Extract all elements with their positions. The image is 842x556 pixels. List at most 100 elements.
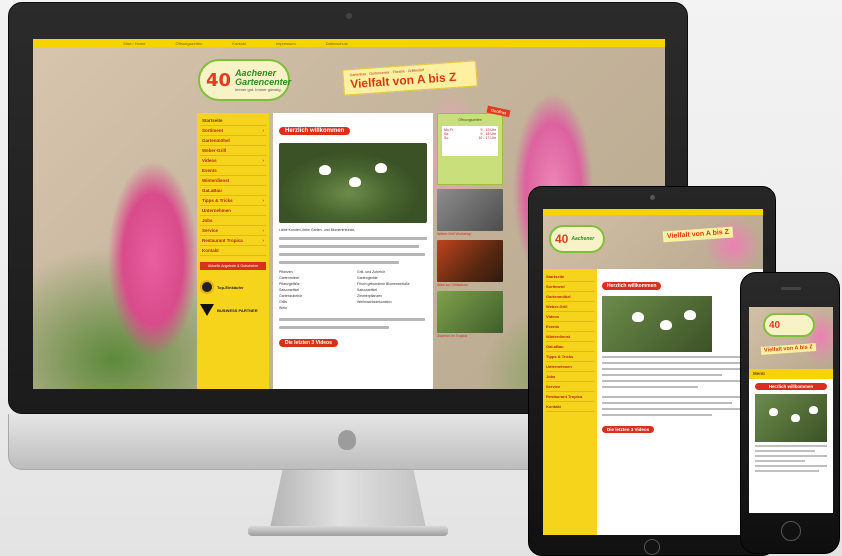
sidebar-item-winterdienst[interactable]: Winterdienst xyxy=(200,176,266,186)
video-thumbnail[interactable] xyxy=(437,240,503,282)
text-line xyxy=(602,362,742,364)
welcome-heading: Herzlich willkommen xyxy=(279,127,351,135)
sidebar-item[interactable]: Events xyxy=(546,322,594,332)
partner-label: Top-Einkäufer xyxy=(217,284,244,290)
sidebar-item-label: Events xyxy=(202,168,217,173)
list-item: Wein xyxy=(279,306,287,310)
logo-number: 40 xyxy=(555,232,569,246)
sidebar-item-events[interactable]: Events xyxy=(200,166,266,176)
text-line xyxy=(279,253,425,256)
sidebar-nav: Startseite Sortiment Gartenmöbel Weber-G… xyxy=(543,269,597,535)
text-line xyxy=(602,396,742,398)
business-partner-icon xyxy=(200,304,214,316)
ipad-device: 40 Aachener Vielfalt von A bis Z Startse… xyxy=(528,186,776,556)
sidebar-item-unternehmen[interactable]: Unternehmen xyxy=(200,206,266,216)
chevron-right-icon: › xyxy=(262,128,265,133)
sidebar-item-label: GaLaBau xyxy=(202,188,222,193)
list-item: Zimmerpflanzen xyxy=(357,294,383,298)
video-caption[interactable]: Alles zur Grillsaison xyxy=(437,283,503,287)
logo-text: Aachener Gartencenter Immer gut. Immer g… xyxy=(235,68,291,92)
sidebar-item-label: Unternehmen xyxy=(202,208,232,213)
sidebar-item-gartenmoebel[interactable]: Gartenmöbel xyxy=(200,136,266,146)
sidebar-item-videos[interactable]: Videos › xyxy=(200,156,266,166)
text-line xyxy=(279,318,425,321)
sidebar-item[interactable]: Gartenmöbel xyxy=(546,292,594,302)
sidebar-item[interactable]: Winterdienst xyxy=(546,332,594,342)
sidebar-item-jobs[interactable]: Jobs xyxy=(200,216,266,226)
videos-heading: Die letzten 3 Videos xyxy=(602,426,655,433)
sidebar-item-label: Winterdienst xyxy=(202,178,230,183)
sidebar-item-startseite[interactable]: Startseite xyxy=(200,116,266,126)
welcome-heading: Herzlich willkommen xyxy=(602,282,662,290)
home-button[interactable] xyxy=(781,521,801,541)
video-thumbnail[interactable] xyxy=(437,189,503,231)
topbar-link[interactable]: Start / Home xyxy=(123,41,145,46)
snowdrop-flower xyxy=(319,165,331,175)
text-line xyxy=(602,414,712,416)
sidebar-item-kontakt[interactable]: Kontakt xyxy=(200,246,266,256)
snowdrop-flower xyxy=(349,177,361,187)
video-caption[interactable]: Weber-Grill Workshop xyxy=(437,232,503,236)
site-logo[interactable]: 40 Aachener xyxy=(549,225,605,253)
sidebar-item[interactable]: Tipps & Tricks xyxy=(546,352,594,362)
sidebar-item[interactable]: Kontakt xyxy=(546,402,594,412)
camera-icon xyxy=(346,13,352,19)
list-item: Gartengeräte xyxy=(357,276,378,280)
list-item: Pflanzen xyxy=(279,270,293,274)
hours-day: So xyxy=(444,136,449,140)
sidebar-item[interactable]: Jobs xyxy=(546,372,594,382)
sidebar-item[interactable]: GaLaBau xyxy=(546,342,594,352)
text-line xyxy=(602,380,748,382)
video-caption[interactable]: Zubehör im Tropica xyxy=(437,334,503,338)
sidebar-item-service[interactable]: Service › xyxy=(200,226,266,236)
sidebar-item-tipps[interactable]: Tipps & Tricks › xyxy=(200,196,266,206)
topbar-link[interactable]: Öffnungszeiten xyxy=(175,41,202,46)
text-line xyxy=(755,455,827,457)
text-line xyxy=(755,445,827,447)
sidebar-item[interactable]: Weber-Grill xyxy=(546,302,594,312)
site-logo[interactable]: 40 xyxy=(763,313,815,337)
logo-number: 40 xyxy=(206,69,232,91)
text-line xyxy=(279,326,389,329)
chevron-right-icon: › xyxy=(262,198,265,203)
sidebar-item[interactable]: Restaurant Tropica xyxy=(546,392,594,402)
snowdrop-image xyxy=(279,143,427,223)
sidebar-item[interactable]: Videos xyxy=(546,312,594,322)
home-button[interactable] xyxy=(644,539,660,555)
chevron-right-icon: › xyxy=(262,238,265,243)
video-thumbnail[interactable] xyxy=(437,291,503,333)
text-line xyxy=(755,460,805,462)
sidebar-item[interactable]: Sortiment xyxy=(546,282,594,292)
site-logo[interactable]: 40 Aachener Gartencenter Immer gut. Imme… xyxy=(198,59,291,101)
menu-button[interactable]: Menü xyxy=(749,369,833,379)
right-column: Geöffnet Öffnungszeiten Mo-Fr 9 - 19 Uhr … xyxy=(437,105,511,389)
topbar-link[interactable]: Impressum xyxy=(276,41,296,46)
topbar-link[interactable]: Datenschutz xyxy=(326,41,348,46)
sidebar-item-sortiment[interactable]: Sortiment › xyxy=(200,126,266,136)
iphone-device: 40 Vielfalt von A bis Z Menü Herzlich wi… xyxy=(740,272,840,554)
sidebar-item-galabau[interactable]: GaLaBau xyxy=(200,186,266,196)
sidebar-item-weber-grill[interactable]: Weber-Grill xyxy=(200,146,266,156)
snowdrop-flower xyxy=(632,312,644,322)
sidebar-item[interactable]: Startseite xyxy=(546,272,594,282)
topbar-link[interactable]: Kontakt xyxy=(232,41,246,46)
hours-row: So 10 - 17 Uhr xyxy=(444,136,496,140)
sidebar-item-label: Weber-Grill xyxy=(202,148,227,153)
phone-header: 40 Vielfalt von A bis Z xyxy=(749,307,833,369)
phone-screen: 40 Vielfalt von A bis Z Menü Herzlich wi… xyxy=(749,307,833,513)
sidebar-item[interactable]: Service xyxy=(546,382,594,392)
text-line xyxy=(602,408,746,410)
list-item: Frisch gebundene Blumensträuße xyxy=(357,282,410,286)
text-line xyxy=(755,470,819,472)
slogan-banner: Vielfalt von A bis Z xyxy=(760,343,816,355)
sidebar-item-label: Restaurant Tropica xyxy=(202,238,243,243)
sidebar-item[interactable]: Unternehmen xyxy=(546,362,594,372)
list-item: Pflanzgefäße xyxy=(279,282,300,286)
text-line xyxy=(755,465,827,467)
promo-button[interactable]: Aktuelle Angebote & Gutscheine xyxy=(200,262,266,270)
sidebar-item-restaurant[interactable]: Restaurant Tropica › xyxy=(200,236,266,246)
snowdrop-flower xyxy=(791,414,800,422)
sidebar-item-label: Gartenmöbel xyxy=(202,138,230,143)
assortment-list: Pflanzen Grill- und Zubehör Gartenmöbel … xyxy=(279,270,427,310)
snowdrop-flower xyxy=(684,310,696,320)
